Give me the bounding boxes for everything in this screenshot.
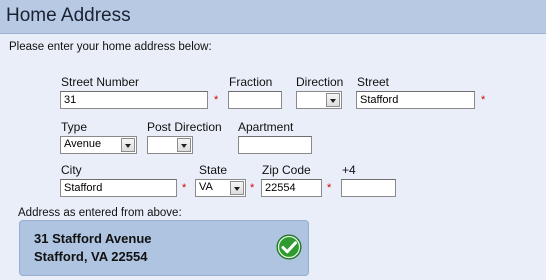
chevron-down-icon [230,181,244,195]
address-line-2: Stafford, VA 22554 [34,249,148,264]
street-type-select[interactable]: Avenue [60,136,137,154]
chevron-down-icon [177,138,191,152]
required-marker: * [481,94,486,106]
address-line-1: 31 Stafford Avenue [34,231,152,246]
required-marker: * [250,182,255,194]
state-select[interactable]: VA [195,179,246,197]
result-caption: Address as entered from above: [18,207,182,219]
post-direction-label: Post Direction [147,120,222,134]
direction-select[interactable] [296,91,342,109]
city-label: City [61,163,82,177]
direction-label: Direction [296,75,344,89]
required-marker: * [214,94,219,106]
apartment-label: Apartment [238,120,294,134]
zip-code-label: Zip Code [262,163,311,177]
city-field[interactable]: Stafford [60,179,177,197]
required-marker: * [182,182,187,194]
check-circle-icon [276,234,302,260]
type-label: Type [61,120,88,134]
street-field[interactable]: Stafford [356,91,475,109]
zip-code-field[interactable]: 22554 [261,179,322,197]
chevron-down-icon [326,93,340,107]
required-marker: * [327,182,332,194]
post-direction-select[interactable] [147,136,193,154]
zip-plus4-field[interactable] [341,179,396,197]
chevron-down-icon [121,138,135,152]
street-label: Street [357,75,390,89]
fraction-field[interactable] [228,91,282,109]
state-select-value: VA [199,181,213,193]
apartment-field[interactable] [238,136,312,154]
fraction-label: Fraction [229,75,273,89]
street-number-label: Street Number [61,75,140,89]
street-number-field[interactable]: 31 [60,91,208,109]
state-label: State [199,163,228,177]
zip-plus4-label: +4 [342,163,356,177]
section-header: Home Address [0,0,546,34]
section-title: Home Address [6,5,131,26]
street-type-select-value: Avenue [64,138,102,150]
address-preview-card: 31 Stafford Avenue Stafford, VA 22554 [19,220,309,276]
instructions-text: Please enter your home address below: [9,41,212,53]
